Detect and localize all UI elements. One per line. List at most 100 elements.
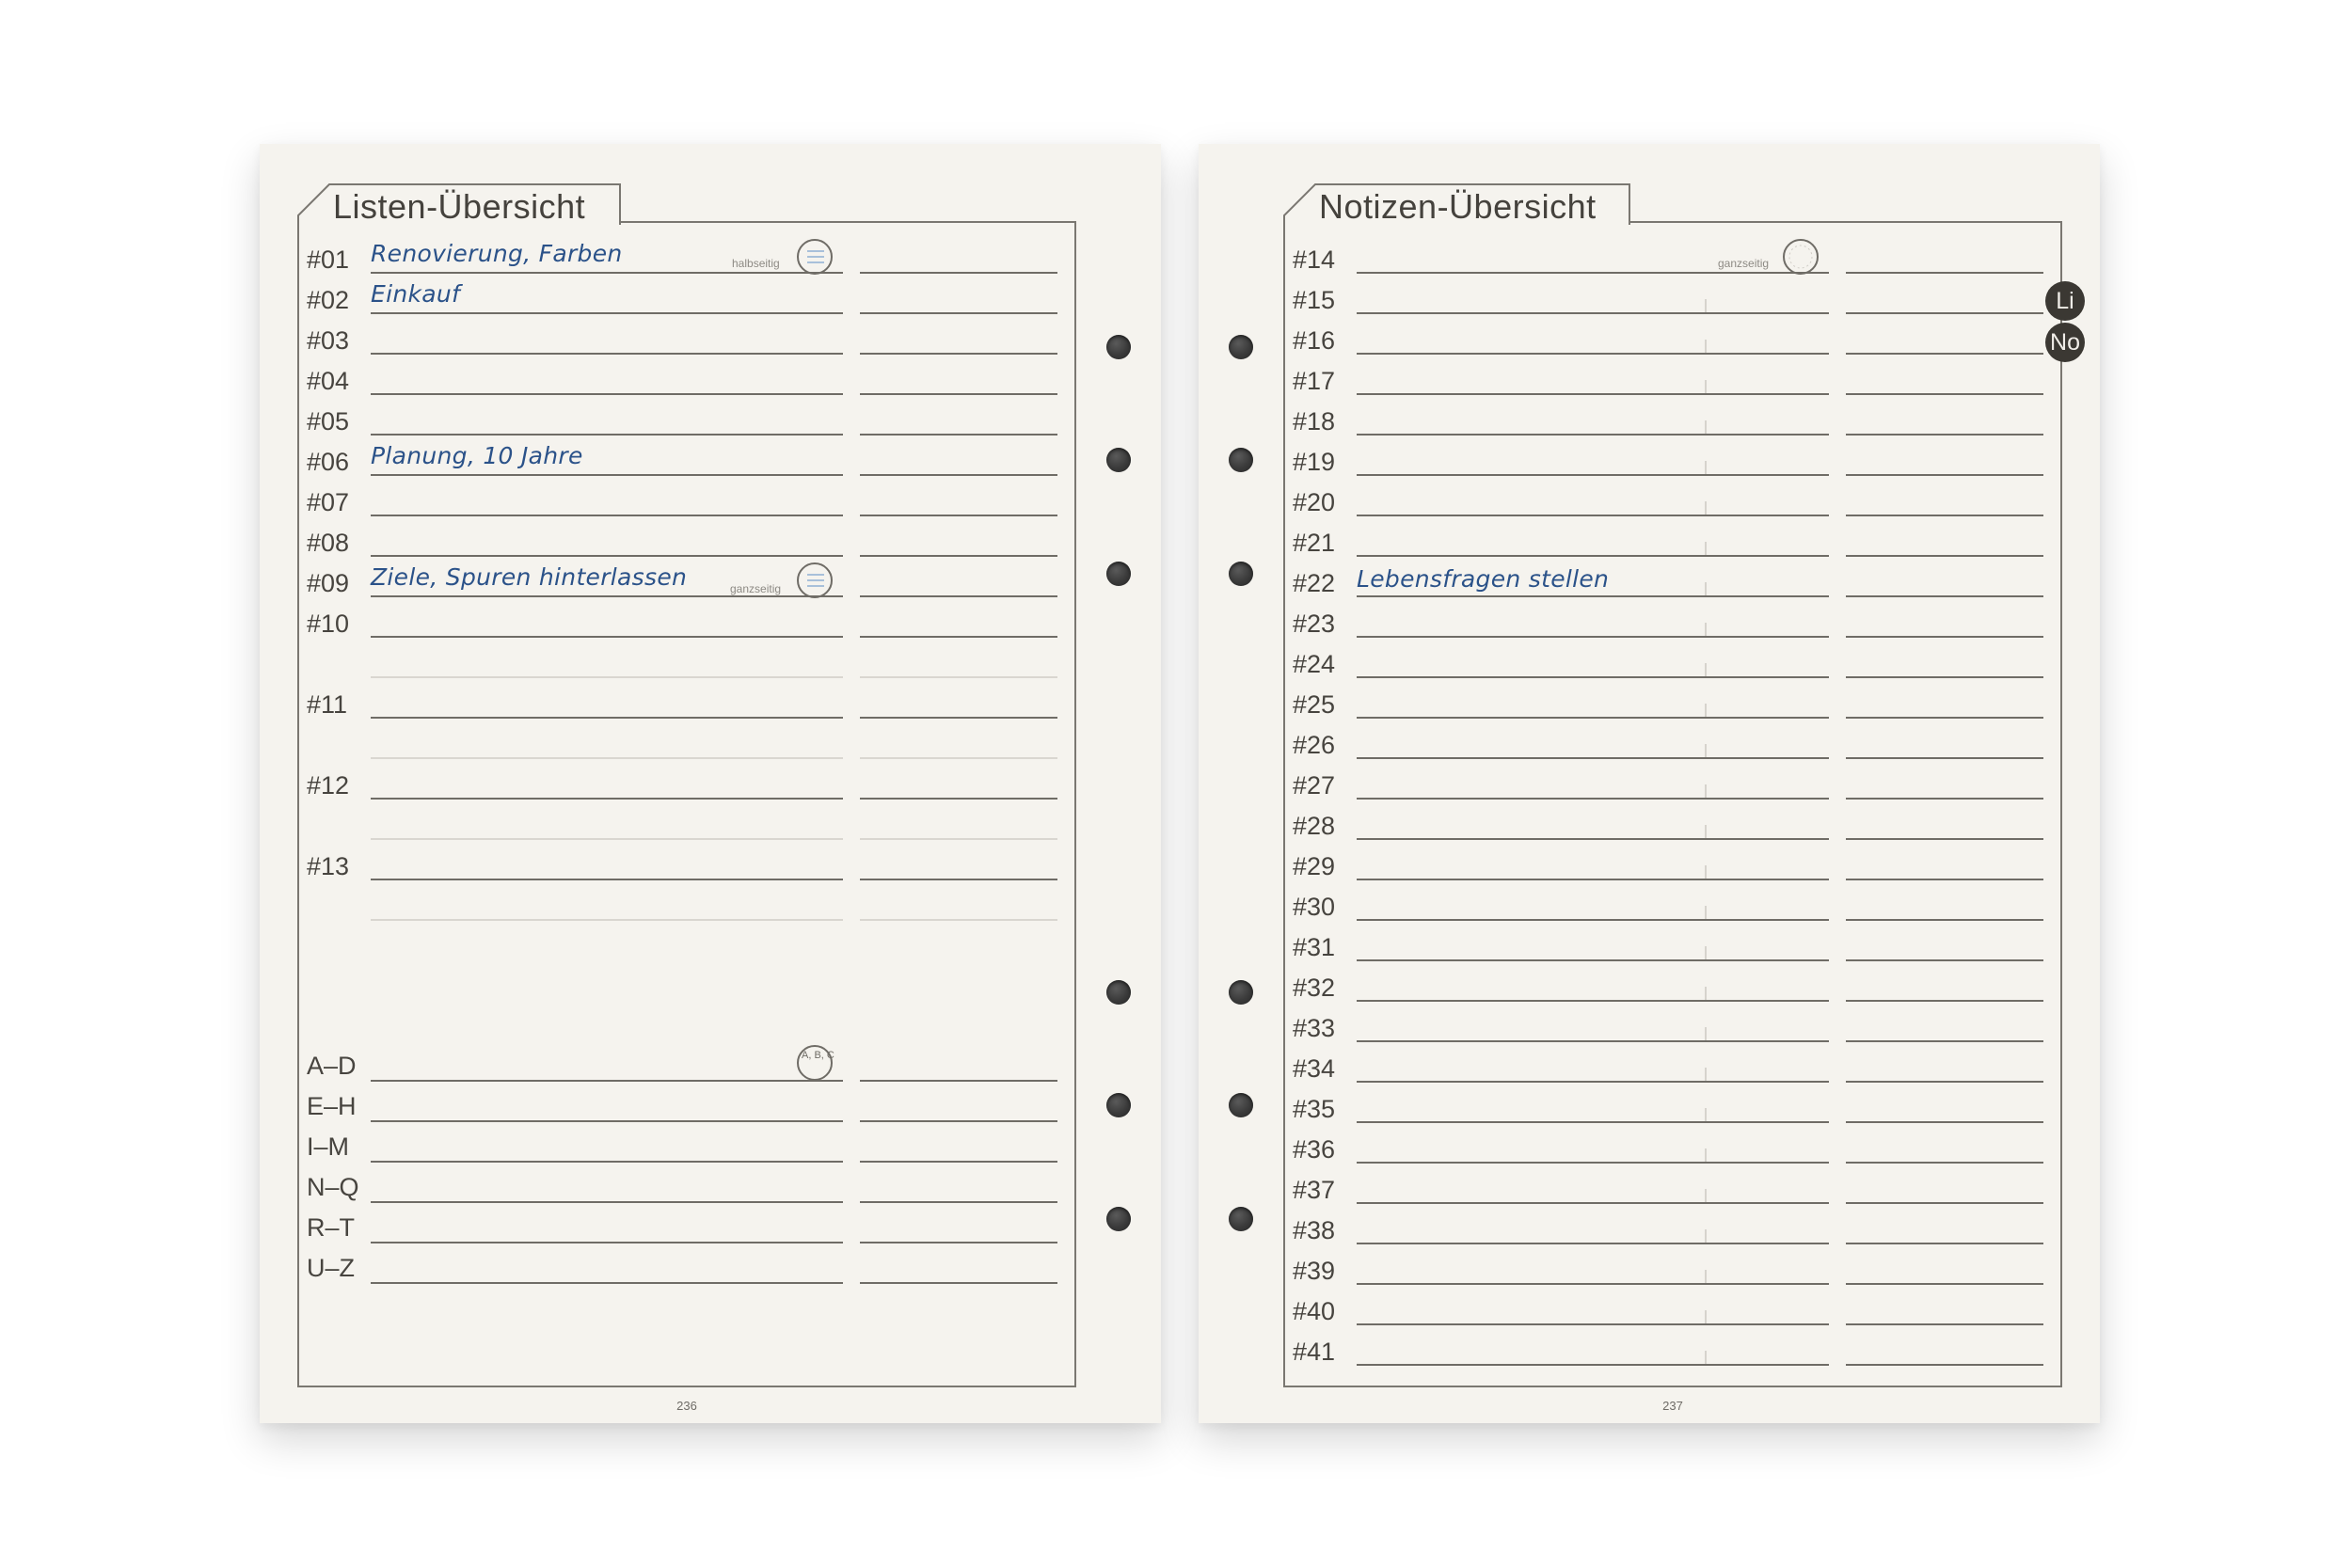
note-row: #15 bbox=[1293, 278, 2064, 316]
index-title-line bbox=[371, 1242, 843, 1243]
row-number: #30 bbox=[1293, 893, 1336, 921]
handwritten-entry: Ziele, Spuren hinterlassen bbox=[371, 563, 688, 591]
side-tab-listen[interactable]: Li bbox=[2045, 281, 2085, 321]
extra-page-line bbox=[860, 919, 1057, 921]
row-title-line bbox=[371, 353, 843, 355]
row-page-line bbox=[860, 636, 1057, 638]
row-page-line bbox=[1846, 919, 2043, 921]
index-page-line bbox=[860, 1242, 1057, 1243]
column-divider-tick bbox=[1705, 744, 1707, 757]
column-divider-tick bbox=[1705, 784, 1707, 798]
column-divider-tick bbox=[1705, 663, 1707, 676]
index-page-line bbox=[860, 1120, 1057, 1122]
column-divider-tick bbox=[1705, 1189, 1707, 1202]
note-row: #36 bbox=[1293, 1128, 2064, 1165]
row-number: #07 bbox=[307, 488, 350, 516]
index-row: E–H bbox=[307, 1086, 1078, 1124]
punch-hole bbox=[1106, 562, 1131, 586]
list-row: #02 Einkauf bbox=[307, 278, 1078, 316]
row-title-line bbox=[1357, 1202, 1829, 1204]
row-number: #39 bbox=[1293, 1257, 1336, 1285]
row-page-line bbox=[1846, 393, 2043, 395]
punch-hole bbox=[1229, 980, 1253, 1005]
index-letter-range: A–D bbox=[307, 1052, 357, 1080]
left-planner-page: Listen-Übersicht #01 Renovierung, Farben h… bbox=[260, 144, 1161, 1423]
list-row: #07 bbox=[307, 481, 1078, 518]
note-row: #38 bbox=[1293, 1209, 2064, 1246]
dotted-page-icon bbox=[1782, 238, 1820, 276]
list-row: #05 bbox=[307, 400, 1078, 437]
row-number: #08 bbox=[307, 529, 350, 557]
column-divider-tick bbox=[1705, 542, 1707, 555]
row-page-line bbox=[1846, 595, 2043, 597]
row-title-line bbox=[371, 798, 843, 800]
column-divider-tick bbox=[1705, 906, 1707, 919]
column-divider-tick bbox=[1705, 1310, 1707, 1323]
column-divider-tick bbox=[1705, 946, 1707, 959]
row-page-line bbox=[860, 353, 1057, 355]
row-page-line bbox=[860, 393, 1057, 395]
column-divider-tick bbox=[1705, 582, 1707, 595]
handwritten-entry: Planung, 10 Jahre bbox=[371, 442, 583, 469]
column-divider-tick bbox=[1705, 1351, 1707, 1364]
note-row: #29 bbox=[1293, 845, 2064, 882]
row-page-line bbox=[1846, 636, 2043, 638]
index-page-line bbox=[860, 1161, 1057, 1163]
row-page-line bbox=[1846, 1323, 2043, 1325]
row-number: #29 bbox=[1293, 852, 1336, 880]
column-divider-tick bbox=[1705, 420, 1707, 434]
column-divider-tick bbox=[1705, 623, 1707, 636]
note-row: #28 bbox=[1293, 804, 2064, 842]
index-letter-range: R–T bbox=[307, 1213, 356, 1242]
note-row: #34 bbox=[1293, 1047, 2064, 1085]
note-row: #30 bbox=[1293, 885, 2064, 923]
extra-page-line bbox=[860, 676, 1057, 678]
row-number: #33 bbox=[1293, 1014, 1336, 1042]
extra-title-line bbox=[371, 919, 843, 921]
row-number: #20 bbox=[1293, 488, 1336, 516]
row-number: #18 bbox=[1293, 407, 1336, 436]
row-page-line bbox=[1846, 838, 2043, 840]
extra-page-line bbox=[860, 838, 1057, 840]
note-row: #32 bbox=[1293, 966, 2064, 1004]
side-tab-notizen[interactable]: No bbox=[2045, 323, 2085, 362]
handwritten-entry: Renovierung, Farben bbox=[371, 240, 623, 267]
index-page-line bbox=[860, 1201, 1057, 1203]
left-page-title-tab: Listen-Übersicht bbox=[297, 183, 622, 226]
row-title-line bbox=[1357, 312, 1829, 314]
row-page-line bbox=[1846, 798, 2043, 800]
row-number: #03 bbox=[307, 326, 350, 355]
row-title-line bbox=[1357, 595, 1829, 597]
right-page-number: 237 bbox=[1662, 1399, 1683, 1413]
row-number: #15 bbox=[1293, 286, 1336, 314]
row-number: #25 bbox=[1293, 690, 1336, 719]
row-title-line bbox=[371, 312, 843, 314]
row-page-line bbox=[1846, 515, 2043, 516]
row-page-line bbox=[860, 555, 1057, 557]
row-page-line bbox=[1846, 757, 2043, 759]
column-divider-tick bbox=[1705, 1229, 1707, 1243]
row-page-line bbox=[860, 312, 1057, 314]
row-title-line bbox=[1357, 1040, 1829, 1042]
row-title-line bbox=[1357, 959, 1829, 961]
note-row: #33 bbox=[1293, 1006, 2064, 1044]
column-divider-tick bbox=[1705, 461, 1707, 474]
row-title-line bbox=[1357, 555, 1829, 557]
note-row: #40 bbox=[1293, 1290, 2064, 1327]
column-divider-tick bbox=[1705, 1027, 1707, 1040]
index-row: U–Z bbox=[307, 1248, 1078, 1286]
column-divider-tick bbox=[1705, 865, 1707, 879]
row-number: #02 bbox=[307, 286, 350, 314]
row-title-line bbox=[1357, 676, 1829, 678]
row-page-line bbox=[1846, 1243, 2043, 1244]
alphabet-icon-label: A, B, C bbox=[802, 1050, 834, 1061]
row-title-line bbox=[1357, 1081, 1829, 1083]
row-page-line bbox=[1846, 1283, 2043, 1285]
index-title-line bbox=[371, 1120, 843, 1122]
row-title-line bbox=[371, 393, 843, 395]
punch-hole bbox=[1229, 335, 1253, 359]
row-page-line bbox=[1846, 1364, 2043, 1366]
row-number: #19 bbox=[1293, 448, 1336, 476]
row-title-line bbox=[371, 555, 843, 557]
format-badge-label: halbseitig bbox=[732, 257, 780, 270]
